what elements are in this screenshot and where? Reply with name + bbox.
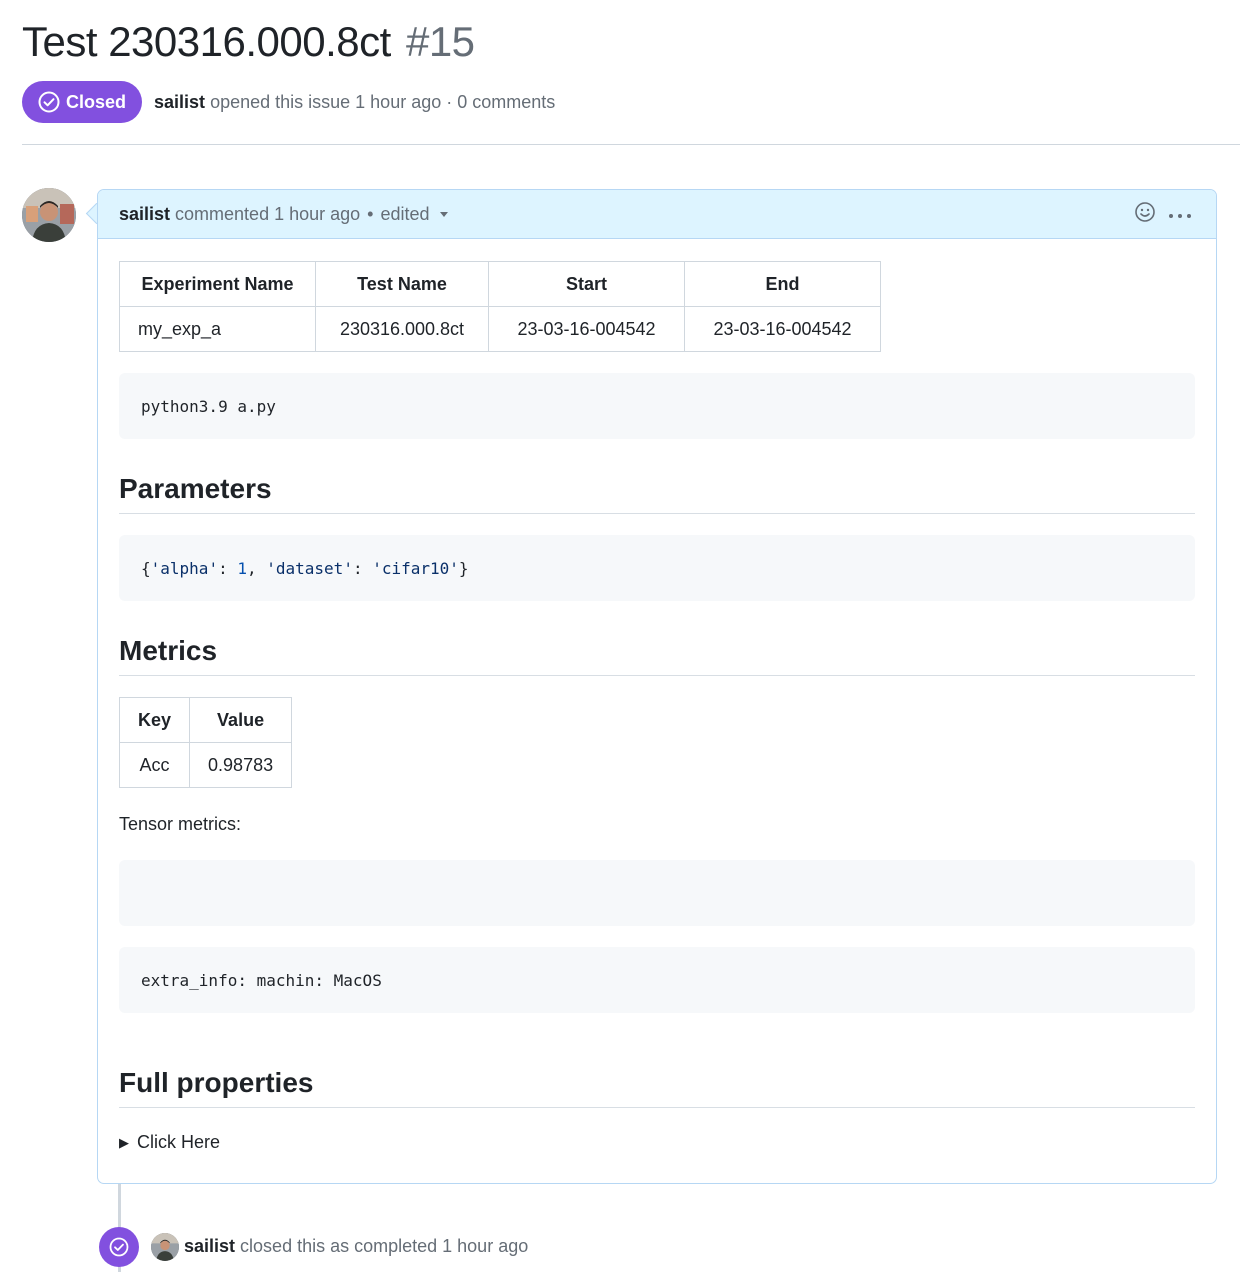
metrics-heading: Metrics: [119, 635, 1195, 676]
issue-meta-detail: opened this issue 1 hour ago · 0 comment…: [210, 91, 556, 112]
full-properties-heading: Full properties: [119, 1067, 1195, 1108]
table-cell: my_exp_a: [119, 306, 316, 352]
issue-meta: Closed sailist opened this issue 1 hour …: [22, 81, 555, 123]
table-header-cell: End: [684, 261, 881, 307]
comment: sailist commented 1 hour ago • edited Ex…: [97, 189, 1217, 1184]
check-circle-icon: [109, 1237, 129, 1257]
avatar[interactable]: [151, 1233, 179, 1261]
metrics-table: Key Value Acc 0.98783: [118, 697, 293, 788]
parameters-heading: Parameters: [119, 473, 1195, 514]
triangle-right-icon: ▶: [119, 1134, 129, 1150]
table-header-cell: Key: [118, 697, 191, 743]
tensor-metrics-label: Tensor metrics:: [119, 814, 242, 834]
command-text: python3.9 a.py: [141, 396, 276, 416]
table-header-cell: Start: [488, 261, 685, 307]
tensor-code-block[interactable]: [119, 860, 1195, 926]
table-header-row: Key Value: [118, 697, 293, 743]
closed-event-badge: [99, 1227, 139, 1267]
closed-event-text: sailist closed this as completed 1 hour …: [184, 1236, 528, 1257]
code-token: }: [458, 558, 469, 578]
caret-down-icon[interactable]: [438, 208, 450, 220]
comment-header: sailist commented 1 hour ago • edited: [98, 190, 1216, 239]
table-cell: 230316.000.8ct: [315, 306, 489, 352]
comment-actions: [1134, 201, 1216, 228]
code-token: 'dataset': [266, 558, 353, 578]
table-cell: 23-03-16-004542: [684, 306, 881, 352]
code-token: 1: [237, 558, 247, 578]
table-header-cell: Experiment Name: [119, 261, 316, 307]
event-author-link[interactable]: sailist: [184, 1236, 235, 1256]
extra-info-code-block[interactable]: extra_info: machin: MacOS: [119, 947, 1195, 1013]
extra-info-text: extra_info: machin: MacOS: [141, 970, 382, 990]
table-cell: 23-03-16-004542: [488, 306, 685, 352]
code-token: :: [218, 558, 238, 578]
table-header-cell: Value: [189, 697, 293, 743]
command-code-block[interactable]: python3.9 a.py: [119, 373, 1195, 439]
details-summary-label: Click Here: [137, 1132, 221, 1152]
comment-body: Experiment Name Test Name Start End my_e…: [118, 261, 1195, 1153]
code-token: :: [352, 558, 373, 578]
table-row: my_exp_a 230316.000.8ct 23-03-16-004542 …: [119, 306, 881, 352]
table-header-row: Experiment Name Test Name Start End: [119, 261, 881, 307]
table-cell: Acc: [118, 742, 191, 788]
kebab-icon[interactable]: [1168, 203, 1192, 226]
code-token: 'alpha': [150, 558, 219, 578]
header-divider: [22, 144, 1240, 145]
table-header-cell: Test Name: [315, 261, 489, 307]
status-badge: Closed: [22, 81, 143, 123]
code-token: 'cifar10': [372, 558, 459, 578]
smiley-icon[interactable]: [1134, 201, 1156, 228]
comment-timestamp[interactable]: commented 1 hour ago: [175, 204, 360, 225]
code-token: {: [141, 558, 151, 578]
code-token: ,: [246, 558, 267, 578]
issue-meta-text: sailist opened this issue 1 hour ago · 0…: [154, 92, 555, 113]
event-detail: closed this as completed 1 hour ago: [240, 1236, 529, 1256]
parameters-code-block[interactable]: {'alpha': 1, 'dataset': 'cifar10'}: [119, 535, 1195, 601]
avatar[interactable]: [22, 188, 76, 242]
issue-number: #15: [405, 18, 475, 65]
issue-author-link[interactable]: sailist: [154, 92, 205, 112]
status-label: Closed: [66, 91, 127, 112]
issue-title: Test 230316.000.8ct #15: [22, 18, 475, 66]
header-separator: •: [367, 203, 374, 224]
issue-title-text: Test 230316.000.8ct: [22, 18, 391, 65]
check-circle-icon: [38, 91, 60, 113]
details-summary[interactable]: ▶ Click Here: [119, 1132, 1195, 1153]
table-row: Acc 0.98783: [118, 742, 293, 788]
edited-dropdown[interactable]: edited: [380, 204, 429, 225]
comment-author-link[interactable]: sailist: [119, 204, 170, 225]
table-cell: 0.98783: [189, 742, 293, 788]
experiment-table: Experiment Name Test Name Start End my_e…: [119, 261, 881, 352]
